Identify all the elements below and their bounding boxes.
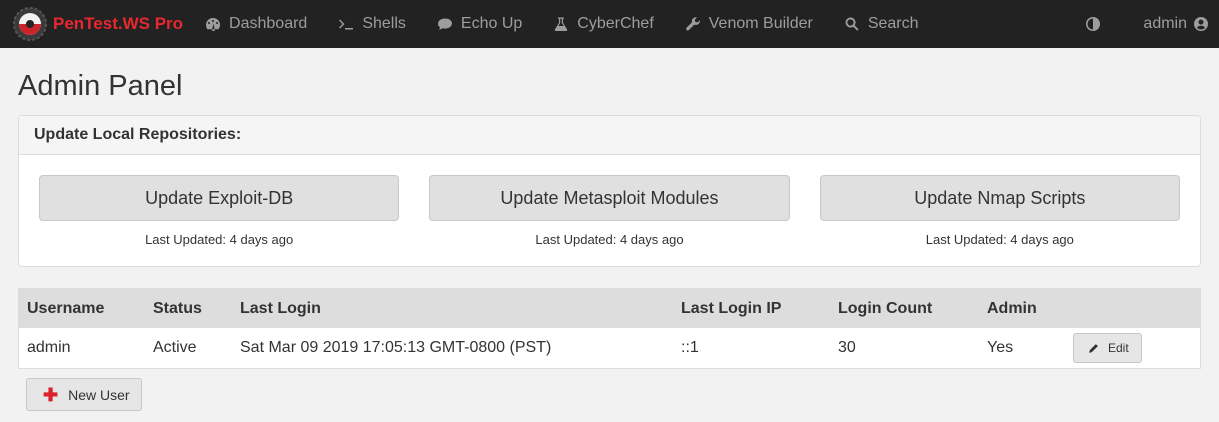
nav-echo-up[interactable]: Echo Up: [437, 15, 522, 33]
repos-panel-heading: Update Local Repositories:: [19, 116, 1200, 155]
new-user-label: New User: [68, 386, 130, 403]
comment-icon: [437, 16, 453, 32]
nav-label: Dashboard: [229, 15, 308, 32]
wrench-icon: [685, 16, 701, 32]
repo-metasploit: Update Metasploit Modules Last Updated: …: [429, 175, 790, 266]
last-updated-text: Last Updated: 4 days ago: [535, 232, 684, 247]
last-updated-text: Last Updated: 4 days ago: [145, 232, 294, 247]
repo-nmap: Update Nmap Scripts Last Updated: 4 days…: [819, 175, 1180, 266]
cell-status: Active: [153, 339, 197, 356]
edit-label: Edit: [1108, 341, 1129, 355]
last-updated-text: Last Updated: 4 days ago: [925, 232, 1074, 247]
table-row: admin Active Sat Mar 09 2019 17:05:13 GM…: [19, 328, 1200, 368]
page-title: Admin Panel: [18, 70, 183, 102]
nav-label: CyberChef: [577, 15, 654, 32]
cell-last-login: Sat Mar 09 2019 17:05:13 GMT-0800 (PST): [240, 339, 552, 356]
navbar: PenTest.WS Pro Dashboard Shells Echo Up …: [0, 0, 1219, 48]
update-metasploit-button[interactable]: Update Metasploit Modules: [429, 175, 790, 221]
users-table-wrap: Username Status Last Login Last Login IP…: [18, 288, 1201, 369]
user-name: admin: [1143, 15, 1187, 32]
cell-last-login-ip: ::1: [681, 339, 699, 356]
users-table: Username Status Last Login Last Login IP…: [19, 289, 1200, 368]
nav-label: Shells: [362, 15, 406, 32]
col-username: Username: [27, 299, 105, 317]
nav-cyberchef[interactable]: CyberChef: [553, 15, 654, 33]
brand-name: PenTest.WS Pro: [53, 14, 184, 33]
repo-exploit-db: Update Exploit-DB Last Updated: 4 days a…: [39, 175, 400, 266]
nav-label: Echo Up: [460, 15, 523, 32]
col-login-count: Login Count: [838, 299, 933, 317]
repos-panel-body: Update Exploit-DB Last Updated: 4 days a…: [19, 155, 1200, 266]
cell-username: admin: [27, 339, 71, 356]
nav-shells[interactable]: Shells: [338, 15, 406, 33]
nav-dashboard[interactable]: Dashboard: [205, 15, 307, 33]
user-menu[interactable]: admin: [1143, 15, 1209, 33]
new-user-button[interactable]: ✚ New User: [26, 378, 142, 411]
pentest-logo-icon: [13, 7, 47, 41]
table-header-row: Username Status Last Login Last Login IP…: [19, 289, 1200, 328]
col-status: Status: [153, 299, 202, 317]
col-admin: Admin: [987, 299, 1037, 317]
col-last-login: Last Login: [240, 299, 321, 317]
plus-icon: ✚: [43, 384, 59, 405]
nav-right: admin: [1085, 15, 1209, 33]
edit-user-button[interactable]: Edit: [1073, 333, 1142, 363]
pencil-icon: [1089, 343, 1098, 353]
repos-panel: Update Local Repositories: Update Exploi…: [18, 115, 1201, 267]
brand-link[interactable]: PenTest.WS Pro: [12, 6, 183, 42]
cell-login-count: 30: [838, 339, 856, 356]
main-content: Admin Panel Update Local Repositories: U…: [0, 70, 1219, 411]
col-last-login-ip: Last Login IP: [681, 299, 782, 317]
update-nmap-button[interactable]: Update Nmap Scripts: [819, 175, 1180, 221]
flask-icon: [553, 16, 569, 32]
nav-venom-builder[interactable]: Venom Builder: [685, 15, 813, 33]
nav-label: Venom Builder: [708, 15, 813, 32]
contrast-icon[interactable]: [1085, 16, 1101, 32]
cell-admin: Yes: [987, 339, 1014, 356]
terminal-icon: [338, 16, 354, 32]
nav-search[interactable]: Search: [844, 15, 919, 33]
dashboard-icon: [205, 16, 221, 32]
search-icon: [844, 16, 860, 32]
user-circle-icon: [1194, 17, 1208, 31]
col-actions: [1065, 289, 1200, 328]
nav-label: Search: [867, 15, 919, 32]
update-exploit-db-button[interactable]: Update Exploit-DB: [39, 175, 400, 221]
cell-actions: Edit: [1065, 328, 1200, 368]
